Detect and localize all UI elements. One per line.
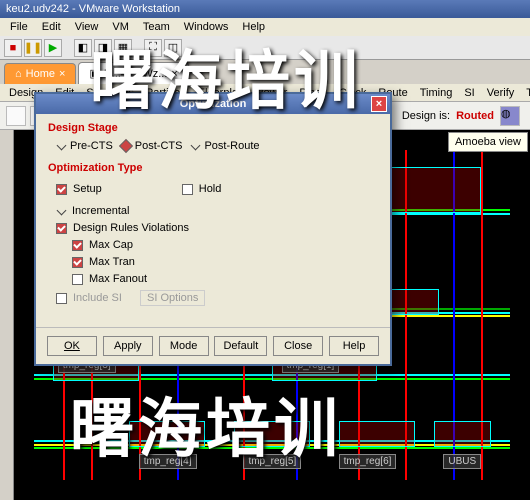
cell-ubus: UBUS bbox=[443, 454, 481, 469]
chevron-down-icon bbox=[190, 141, 200, 151]
tab-vm[interactable]: ▣ R...42...Wz... × bbox=[78, 62, 188, 84]
dialog-close-icon[interactable]: × bbox=[371, 96, 387, 112]
snapshot-icon[interactable]: ◧ bbox=[74, 39, 92, 57]
check-include-si: Include SI SI Options bbox=[56, 290, 378, 306]
design-status: Design is: Routed ◍ bbox=[402, 106, 520, 126]
optimization-type-label: Optimization Type bbox=[48, 162, 378, 174]
tab-home[interactable]: ⌂ Home × bbox=[4, 63, 76, 84]
checkbox-checked-icon bbox=[72, 257, 83, 268]
home-icon: ⌂ bbox=[15, 68, 22, 80]
chevron-down-icon bbox=[56, 206, 66, 216]
play-icon[interactable]: ▶ bbox=[44, 39, 62, 57]
default-button[interactable]: Default bbox=[214, 336, 267, 356]
vm-icon: ▣ bbox=[89, 67, 99, 80]
checkbox-checked-icon bbox=[56, 184, 67, 195]
vm-menu-view[interactable]: View bbox=[69, 20, 105, 34]
vm-menu-edit[interactable]: Edit bbox=[36, 20, 67, 34]
vmware-title-bar: keu2.udv242 - VMware Workstation bbox=[0, 0, 530, 18]
pause-icon[interactable]: ❚❚ bbox=[24, 39, 42, 57]
check-drv[interactable]: Design Rules Violations bbox=[56, 222, 378, 234]
chevron-down-icon bbox=[56, 141, 66, 151]
revert-icon[interactable]: ◨ bbox=[94, 39, 112, 57]
unity-icon[interactable]: ◫ bbox=[164, 39, 182, 57]
fullscreen-icon[interactable]: ⛶ bbox=[144, 39, 162, 57]
vertical-ruler bbox=[0, 130, 14, 500]
design-stage-label: Design Stage bbox=[48, 122, 378, 134]
vm-menu-file[interactable]: File bbox=[4, 20, 34, 34]
vmware-title-text: keu2.udv242 - VMware Workstation bbox=[6, 3, 180, 15]
manage-icon[interactable]: ▦ bbox=[114, 39, 132, 57]
check-max-tran[interactable]: Max Tran bbox=[72, 256, 378, 268]
si-options-button: SI Options bbox=[140, 290, 205, 306]
ok-button[interactable]: OK bbox=[47, 336, 97, 356]
checkbox-checked-icon bbox=[72, 240, 83, 251]
mode-button[interactable]: Mode bbox=[159, 336, 209, 356]
view-mode-icon[interactable]: ◍ bbox=[500, 106, 520, 126]
check-max-fanout[interactable]: Max Fanout bbox=[72, 273, 378, 285]
vmware-toolbar: ■ ❚❚ ▶ ◧ ◨ ▦ ⛶ ◫ bbox=[0, 36, 530, 60]
vm-menu-team[interactable]: Team bbox=[137, 20, 176, 34]
vm-tabs: ⌂ Home × ▣ R...42...Wz... × bbox=[0, 60, 530, 84]
check-hold[interactable]: Hold bbox=[182, 183, 222, 195]
power-off-icon[interactable]: ■ bbox=[4, 39, 22, 57]
checkbox-disabled-icon bbox=[56, 293, 67, 304]
optimization-dialog: Optimization × Design Stage Pre-CTS Post… bbox=[34, 92, 392, 366]
radio-post-cts[interactable]: Post-CTS bbox=[121, 140, 183, 152]
menu-timing[interactable]: Timing bbox=[415, 86, 458, 99]
vm-menu-help[interactable]: Help bbox=[236, 20, 271, 34]
cell-tmp-reg-6: tmp_reg[6] bbox=[339, 454, 397, 469]
help-button[interactable]: Help bbox=[329, 336, 379, 356]
checkbox-icon bbox=[72, 274, 83, 285]
radio-pre-cts[interactable]: Pre-CTS bbox=[56, 140, 113, 152]
check-incremental[interactable]: Incremental bbox=[56, 205, 378, 217]
dialog-titlebar[interactable]: Optimization × bbox=[36, 94, 390, 114]
diamond-selected-icon bbox=[119, 139, 133, 153]
vmware-menubar: File Edit View VM Team Windows Help bbox=[0, 18, 530, 36]
open-icon[interactable] bbox=[6, 106, 26, 126]
cell-tmp-reg-4: tmp_reg[4] bbox=[139, 454, 197, 469]
cell-tmp-reg-5: tmp_reg[5] bbox=[243, 454, 301, 469]
amoeba-view-label[interactable]: Amoeba view bbox=[448, 132, 528, 152]
apply-button[interactable]: Apply bbox=[103, 336, 153, 356]
checkbox-icon bbox=[182, 184, 193, 195]
close-button[interactable]: Close bbox=[273, 336, 323, 356]
checkbox-checked-icon bbox=[56, 223, 67, 234]
menu-tools[interactable]: Tools bbox=[521, 86, 530, 99]
check-setup[interactable]: Setup bbox=[56, 183, 102, 195]
radio-post-route[interactable]: Post-Route bbox=[190, 140, 259, 152]
vm-menu-vm[interactable]: VM bbox=[106, 20, 135, 34]
status-value: Routed bbox=[456, 110, 494, 122]
close-tab-icon[interactable]: × bbox=[59, 68, 65, 80]
check-max-cap[interactable]: Max Cap bbox=[72, 239, 378, 251]
close-tab-icon[interactable]: × bbox=[171, 68, 177, 80]
vm-menu-windows[interactable]: Windows bbox=[178, 20, 235, 34]
menu-verify[interactable]: Verify bbox=[482, 86, 520, 99]
menu-si[interactable]: SI bbox=[459, 86, 479, 99]
